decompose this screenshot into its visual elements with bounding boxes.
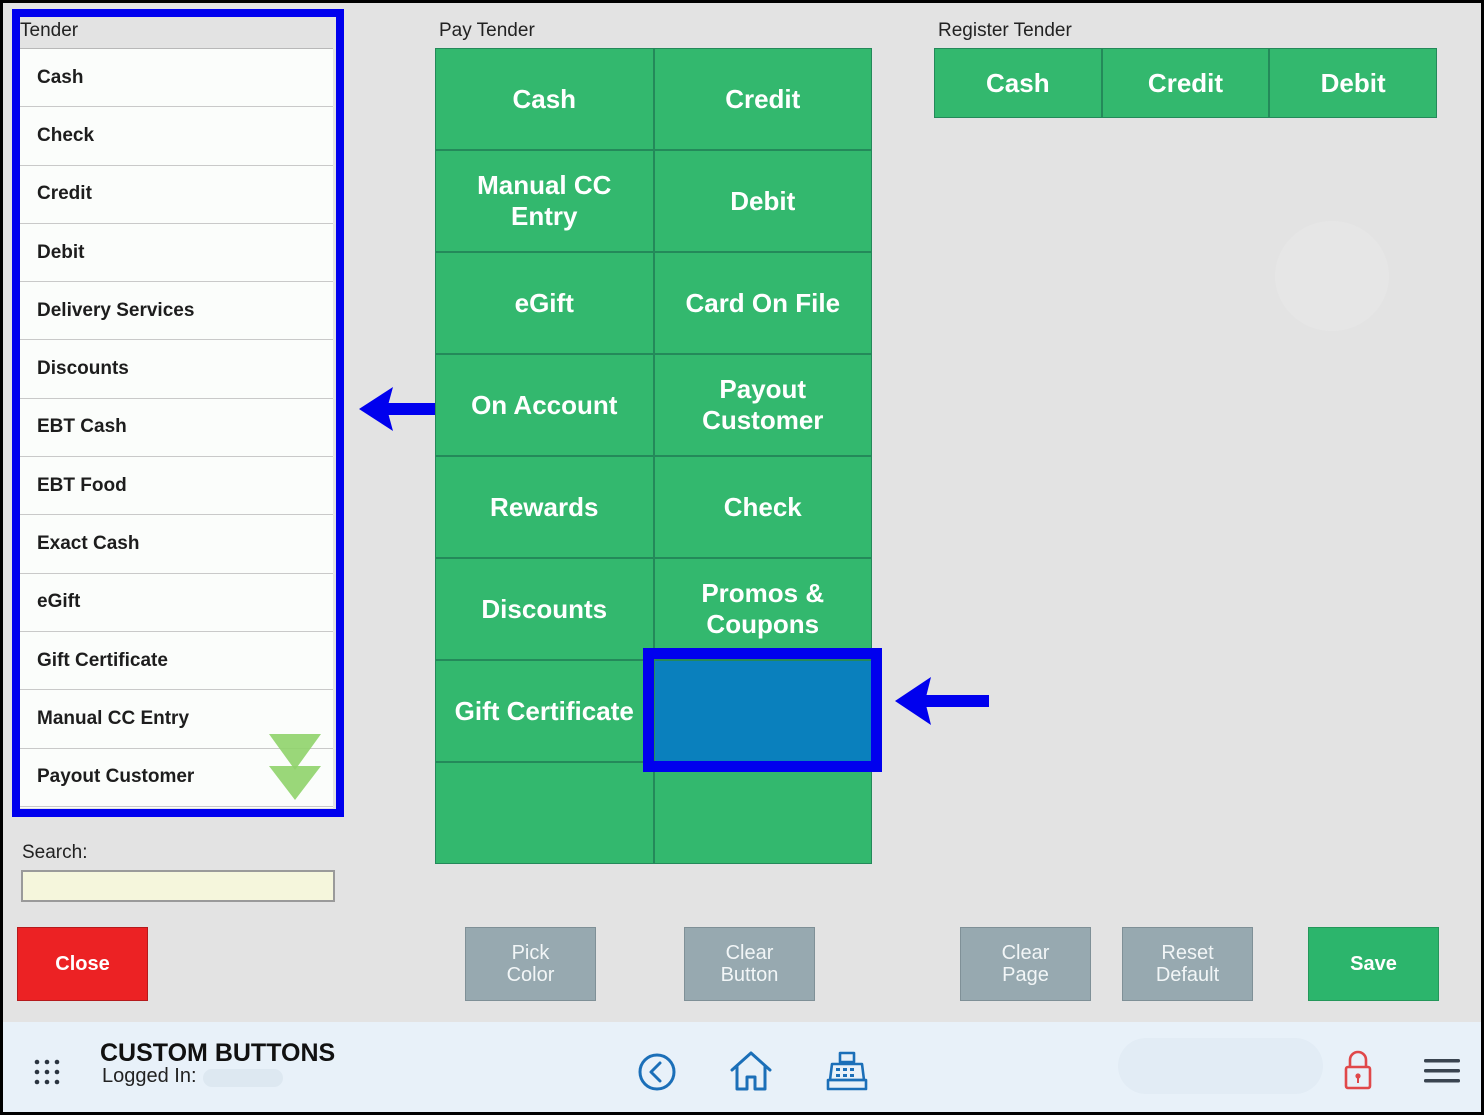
clear-page-button[interactable]: Clear Page [960, 927, 1091, 1001]
pay-button-credit[interactable]: Credit [653, 48, 872, 150]
register-tender-label: Register Tender [938, 20, 1072, 41]
register-button-debit[interactable]: Debit [1269, 48, 1437, 118]
scroll-down-icon[interactable] [267, 732, 323, 802]
lock-icon[interactable] [1343, 1049, 1373, 1091]
logged-in-user [203, 1069, 283, 1087]
register-tender-row: Cash Credit Debit [934, 48, 1437, 118]
tender-item-discounts[interactable]: Discounts [17, 340, 333, 399]
pay-button-check[interactable]: Check [653, 456, 872, 558]
tender-item-check[interactable]: Check [17, 107, 333, 166]
home-icon[interactable] [729, 1050, 773, 1092]
pay-button-cash[interactable]: Cash [435, 48, 654, 150]
tender-item-gift-certificate[interactable]: Gift Certificate [17, 632, 333, 691]
cash-register-icon[interactable] [826, 1050, 868, 1092]
tender-item-cash[interactable]: Cash [17, 49, 333, 108]
pay-tender-label: Pay Tender [439, 20, 535, 41]
faded-circle [1275, 221, 1389, 331]
pay-button-discounts[interactable]: Discounts [435, 558, 654, 660]
register-button-credit[interactable]: Credit [1101, 48, 1270, 118]
close-button[interactable]: Close [17, 927, 148, 1001]
save-button[interactable]: Save [1308, 927, 1439, 1001]
tender-item-delivery-services[interactable]: Delivery Services [17, 282, 333, 341]
logged-in-label: Logged In: [102, 1065, 197, 1087]
pay-button-debit[interactable]: Debit [653, 150, 872, 252]
left-arrow-icon [895, 677, 989, 725]
pay-button-manual-cc-entry[interactable]: Manual CC Entry [435, 150, 654, 252]
pick-color-button[interactable]: Pick Color [465, 927, 596, 1001]
status-pill [1118, 1038, 1323, 1094]
register-button-cash[interactable]: Cash [934, 48, 1102, 118]
pay-button-on-account[interactable]: On Account [435, 354, 654, 456]
pay-button-empty[interactable] [435, 762, 654, 864]
hamburger-menu-icon[interactable] [1424, 1057, 1460, 1085]
tender-item-ebt-cash[interactable]: EBT Cash [17, 399, 333, 458]
pay-button-empty-selected[interactable] [653, 660, 872, 762]
pay-button-egift[interactable]: eGift [435, 252, 654, 354]
custom-buttons-screen: Tender Cash Check Credit Debit Delivery … [0, 0, 1484, 1115]
page-title: CUSTOM BUTTONS [100, 1039, 336, 1067]
reset-default-button[interactable]: Reset Default [1122, 927, 1253, 1001]
apps-grid-icon[interactable] [33, 1058, 61, 1086]
clear-button-button[interactable]: Clear Button [684, 927, 815, 1001]
tender-item-egift[interactable]: eGift [17, 574, 333, 632]
tender-label: Tender [20, 20, 79, 41]
bottom-bar: CUSTOM BUTTONS Logged In: [3, 1022, 1481, 1112]
tender-item-credit[interactable]: Credit [17, 166, 333, 224]
pay-button-empty[interactable] [653, 762, 872, 864]
pay-button-promos-coupons[interactable]: Promos & Coupons [653, 558, 872, 660]
pay-button-payout-customer[interactable]: Payout Customer [653, 354, 872, 456]
search-label: Search: [22, 842, 88, 863]
tender-list[interactable]: Cash Check Credit Debit Delivery Service… [17, 48, 333, 808]
tender-item-ebt-food[interactable]: EBT Food [17, 457, 333, 516]
pay-button-gift-certificate[interactable]: Gift Certificate [435, 660, 654, 762]
pay-tender-grid: Cash Credit Manual CC Entry Debit eGift … [435, 48, 872, 864]
tender-item-debit[interactable]: Debit [17, 224, 333, 283]
search-input[interactable] [21, 870, 335, 902]
tender-item-exact-cash[interactable]: Exact Cash [17, 515, 333, 574]
back-circle-icon[interactable] [637, 1052, 677, 1092]
pay-button-card-on-file[interactable]: Card On File [653, 252, 872, 354]
pay-button-rewards[interactable]: Rewards [435, 456, 654, 558]
